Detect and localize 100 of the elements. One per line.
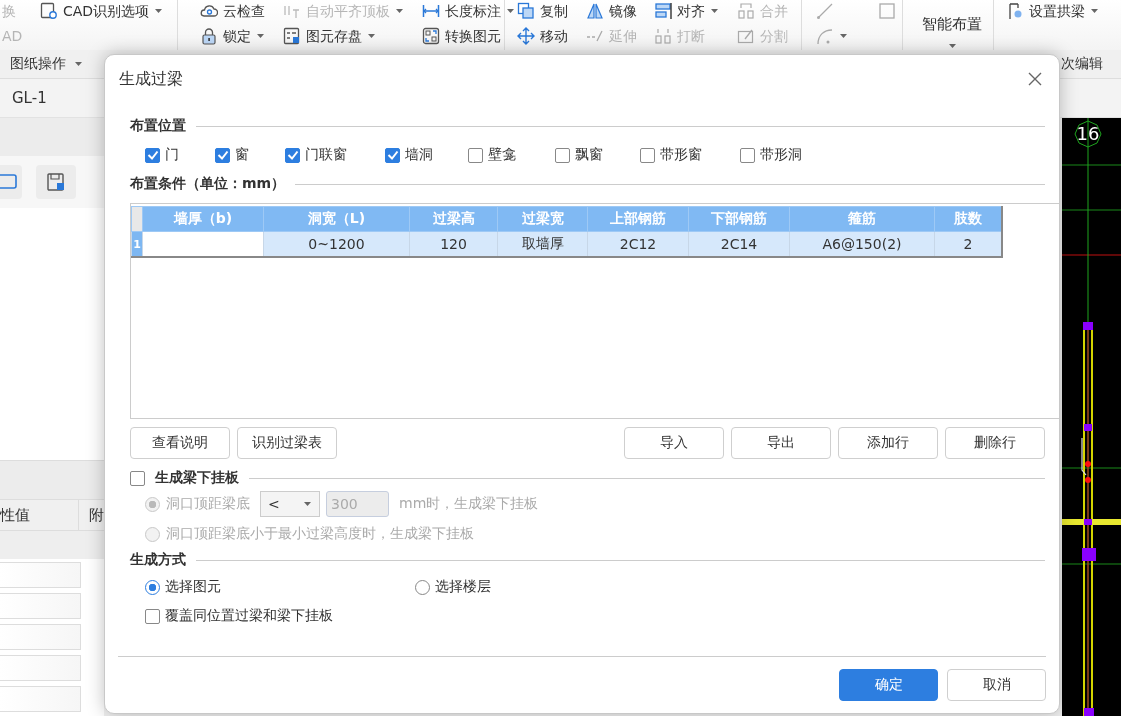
checkbox[interactable] <box>215 147 230 163</box>
save-icon <box>46 172 66 192</box>
caret-icon <box>154 8 164 14</box>
column-header: 附 <box>88 505 104 525</box>
column-header: 墙厚（b) <box>142 206 264 232</box>
checkbox-label: 飘窗 <box>575 146 603 164</box>
break-icon <box>654 27 672 45</box>
checkbox[interactable] <box>285 147 300 163</box>
checkbox-label: 门 <box>165 146 179 164</box>
radio-button[interactable] <box>145 579 160 595</box>
caret-icon <box>839 33 848 39</box>
caret-icon <box>506 8 515 14</box>
ribbon-button[interactable]: 锁定 <box>200 27 265 45</box>
copy-icon <box>517 2 535 20</box>
align-icon <box>654 2 672 20</box>
caret-icon <box>710 8 719 14</box>
lock-icon <box>200 27 218 45</box>
checkbox[interactable] <box>555 147 570 163</box>
ribbon-button[interactable]: 设置拱梁 <box>1006 2 1099 20</box>
dialog-title: 生成过梁 <box>119 68 183 90</box>
ribbon-button[interactable]: 长度标注 <box>422 2 515 20</box>
caret-icon <box>395 8 404 14</box>
ribbon-button[interactable]: 转换图元 <box>422 27 515 45</box>
caret-icon <box>303 501 312 507</box>
button[interactable]: 添加行 <box>838 427 938 459</box>
close-icon <box>1028 72 1042 86</box>
button[interactable]: 导入 <box>624 427 724 459</box>
monitor-icon <box>0 172 20 192</box>
property-field[interactable] <box>0 623 81 650</box>
checkbox[interactable] <box>385 147 400 163</box>
section-title: 生成方式 <box>130 551 186 569</box>
unit-label: mm时，生成梁下挂板 <box>399 495 539 513</box>
rectangle-icon <box>878 2 896 20</box>
table-cell: A6@150(2) <box>789 231 935 257</box>
document-search-icon <box>40 2 58 20</box>
button[interactable]: 查看说明 <box>130 427 230 459</box>
dimension-icon <box>422 2 440 20</box>
property-field[interactable] <box>0 685 81 712</box>
caret-icon <box>1090 8 1099 14</box>
checkbox-label: 门联窗 <box>305 146 347 164</box>
line-icon <box>816 2 834 20</box>
checkbox-label: 带形洞 <box>760 146 802 164</box>
save-icon <box>283 27 301 45</box>
ok-button[interactable]: 确定 <box>839 669 938 701</box>
ribbon-button[interactable]: 云检查 <box>200 2 265 20</box>
button[interactable]: 识别过梁表 <box>237 427 337 459</box>
caret-icon <box>74 61 83 67</box>
column-header: 肢数 <box>934 206 1002 232</box>
checkbox[interactable] <box>740 147 755 163</box>
caret-icon <box>256 33 265 39</box>
cancel-button[interactable]: 取消 <box>947 669 1046 701</box>
ribbon-button[interactable]: 智能布置 <box>917 1 987 49</box>
radio-label: 选择图元 <box>165 578 221 596</box>
ribbon-group-label[interactable]: 图纸操作 <box>10 55 66 73</box>
checkbox-label: 带形窗 <box>660 146 702 164</box>
radio-label: 洞口顶距梁底 <box>166 495 250 513</box>
section-title: 布置条件（单位：mm） <box>130 175 286 193</box>
table-cell-editor[interactable] <box>142 231 264 257</box>
checkbox-label: 覆盖同位置过梁和梁下挂板 <box>165 607 333 625</box>
ribbon-button[interactable]: 对齐 <box>654 2 727 20</box>
ribbon-group-label[interactable]: 次编辑 <box>1061 55 1103 73</box>
axis-label: 16 <box>1076 123 1100 144</box>
table-cell: 0~1200 <box>263 231 410 257</box>
ribbon-button[interactable]: CAD识别选项 <box>40 2 171 20</box>
column-header: 性值 <box>0 500 79 530</box>
monitor-button[interactable] <box>0 165 22 199</box>
arc-icon <box>816 27 834 45</box>
checkbox[interactable] <box>640 147 655 163</box>
property-field[interactable] <box>0 592 81 619</box>
checkbox[interactable] <box>130 470 145 486</box>
property-field[interactable] <box>0 561 81 588</box>
check-icon <box>286 150 299 160</box>
table-cell: 取墙厚 <box>497 231 588 257</box>
button[interactable]: 删除行 <box>945 427 1045 459</box>
caret-icon <box>367 33 376 39</box>
ribbon-button[interactable]: 复制 <box>517 2 576 20</box>
column-header: 过梁宽 <box>497 206 588 232</box>
check-icon <box>216 150 229 160</box>
move-icon <box>517 27 535 45</box>
ribbon-button[interactable]: 移动 <box>517 27 576 45</box>
button[interactable]: 导出 <box>731 427 831 459</box>
merge-icon <box>736 2 755 20</box>
save-button[interactable] <box>36 165 76 199</box>
table-cell: 120 <box>409 231 498 257</box>
property-field[interactable] <box>0 654 81 681</box>
checkbox[interactable] <box>468 147 483 163</box>
arch-beam-icon <box>1006 2 1024 20</box>
ribbon-button[interactable]: 镜像 <box>585 2 644 20</box>
column-header: 下部钢筋 <box>688 206 790 232</box>
radio-button[interactable] <box>415 579 430 595</box>
checkbox-label: 墙洞 <box>405 146 433 164</box>
tab[interactable]: GL-1 <box>0 89 59 107</box>
checkbox[interactable] <box>145 147 160 163</box>
column-header: 洞宽（L) <box>263 206 410 232</box>
table-cell: 2C14 <box>688 231 790 257</box>
ribbon-button[interactable]: 图元存盘 <box>283 27 404 45</box>
checkbox[interactable] <box>145 608 160 624</box>
checkbox-label: 壁龛 <box>488 146 516 164</box>
cloud-icon <box>200 2 218 20</box>
column-header: 过梁高 <box>409 206 498 232</box>
